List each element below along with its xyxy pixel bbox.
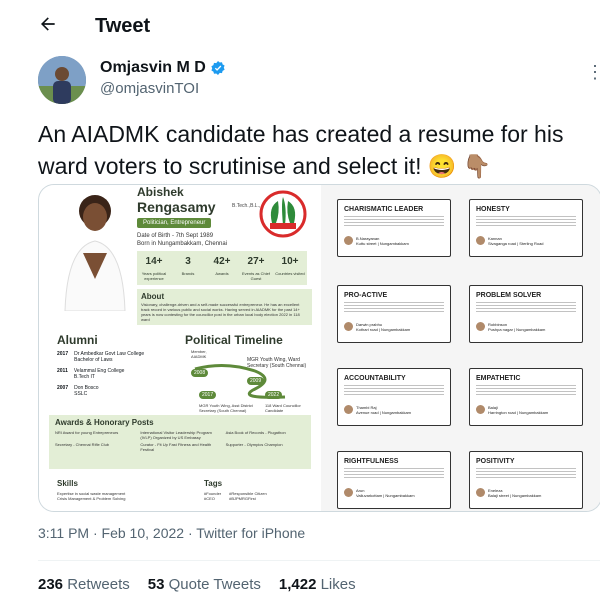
role-badge: Politician, Entrepreneur — [137, 218, 212, 228]
reviewer-avatar — [344, 322, 353, 331]
reviewer-avatar — [344, 405, 353, 414]
award-item: Asia Book of Records - Plugathon — [225, 430, 286, 435]
testimonial-card: HONESTY Kannan Sivaganga road | Sterling R… — [469, 199, 583, 257]
candidate-photo — [64, 195, 126, 311]
engagement-stats: 236 Retweets 53 Quote Tweets 1,422 Likes — [38, 576, 356, 593]
tweet-text: An AIADMK candidate has created a resume… — [38, 121, 564, 179]
retweets-stat[interactable]: 236 Retweets — [38, 576, 130, 593]
testimonial-card: EMPATHETIC Balaji Harrington road | Nungam… — [469, 368, 583, 426]
born-text: Born in Nungambakkam, Chennai — [137, 241, 228, 247]
stats-row: 14+ Years political experience 3 Brands 42… — [137, 251, 307, 285]
tags-title: Tags — [204, 479, 223, 488]
timeline-title: Political Timeline — [185, 333, 283, 347]
award-item: Curator - Fit Up Fast Fitness and Health… — [140, 442, 212, 452]
dob-text: Date of Birth - 7th Sept 1989 — [137, 233, 214, 239]
stat-item: 14+ Years political experience — [141, 256, 167, 281]
testimonial-card: POSITIVITY Eneleza Balaji street | Nungamb… — [469, 451, 583, 509]
stat-item: 42+ Awards — [213, 256, 231, 276]
awards-section: Awards & Honorary Posts NRI Award for yo… — [49, 415, 311, 469]
about-title: About — [141, 292, 165, 301]
about-section: About Visionary, challenge-driven and a … — [137, 289, 312, 325]
likes-stat[interactable]: 1,422 Likes — [279, 576, 356, 593]
testimonial-card: CHARISMATIC LEADER B.Narayanan Kuttu stree… — [337, 199, 451, 257]
tweet-timestamp[interactable]: 3:11 PM · Feb 10, 2022 · Twitter for iPh… — [38, 525, 305, 541]
reviewer-avatar — [344, 236, 353, 245]
reviewer-avatar — [476, 236, 485, 245]
about-text: Visionary, challenge-driven and a self-m… — [141, 302, 300, 322]
divider — [38, 560, 600, 561]
candidate-first-name: Abishek — [137, 185, 184, 199]
alumni-title: Alumni — [57, 333, 98, 347]
testimonial-card: PRO-ACTIVE Darwin prabhu Kothari road | Nu… — [337, 285, 451, 343]
reviewer-avatar — [476, 322, 485, 331]
reviewer-avatar — [344, 488, 353, 497]
resume-page-right: CHARISMATIC LEADER B.Narayanan Kuttu stree… — [321, 185, 600, 511]
candidate-last-name: Rengasamy — [137, 199, 216, 215]
page-header: Tweet — [0, 0, 600, 55]
alumni-item: 2011 Velammal Eng College B.Tech IT — [57, 368, 125, 380]
testimonial-card: RIGHTFULNESS Arun Valluvarkottam | Nungamb… — [337, 451, 451, 509]
back-button[interactable] — [38, 14, 62, 38]
alumni-list: 2017 Dr Ambedkar Govt Law College Bachelor… — [57, 351, 185, 397]
author-handle[interactable]: @omjasvinTOI — [100, 80, 199, 97]
resume-page-left: Abishek Rengasamy B.Tech.,B.L., Politici… — [39, 185, 321, 511]
stat-item: 10+ Countries visited — [275, 256, 305, 276]
author-name[interactable]: Omjasvin M D — [100, 59, 226, 77]
tweet-media[interactable]: Abishek Rengasamy B.Tech.,B.L., Politici… — [38, 184, 600, 512]
more-options-icon[interactable]: ⋮ — [586, 62, 600, 83]
timeline-item: 2022 118 Ward Councillor Candidate — [265, 391, 301, 413]
arrow-left-icon — [41, 17, 55, 31]
award-item: Secretary - Chennai Rifle Club — [55, 442, 110, 447]
party-emblem-icon — [259, 190, 307, 238]
skills-title: Skills — [57, 479, 78, 488]
page-title: Tweet — [95, 15, 151, 37]
timeline-item: 2008 Member, AIADMK — [191, 349, 209, 377]
skills-list: Expertise in social waste management Cri… — [57, 491, 126, 501]
award-item: NRI Award for young Entrepreneurs — [55, 430, 119, 435]
reviewer-avatar — [476, 405, 485, 414]
award-item: Supporter - Olympics Champion — [225, 442, 283, 447]
tags-list: #Founder #Responsible Citizen #CEO #BJPM… — [204, 491, 267, 501]
award-item: International Visitor Leadership Program… — [140, 430, 212, 440]
stat-item: 3 Brands — [181, 256, 195, 276]
awards-title: Awards & Honorary Posts — [55, 418, 154, 427]
testimonial-card: PROBLEM SOLVER Robbinson Pushpa nagar | Nu… — [469, 285, 583, 343]
testimonial-card: ACCOUNTABILITY Thambi Raj Avenue road | Nu… — [337, 368, 451, 426]
quote-tweets-stat[interactable]: 53 Quote Tweets — [148, 576, 261, 593]
verified-badge-icon — [211, 61, 225, 75]
stat-item: 27+ Events as Chief Guest — [241, 256, 270, 281]
alumni-item: 2007 Don Bosco SSLC — [57, 385, 99, 397]
reviewer-avatar — [476, 488, 485, 497]
alumni-item: 2017 Dr Ambedkar Govt Law College Bachelor… — [57, 351, 145, 363]
avatar[interactable] — [38, 56, 86, 104]
timeline-item: 2017 MGR Youth Wing, Asst District Secre… — [199, 391, 253, 413]
